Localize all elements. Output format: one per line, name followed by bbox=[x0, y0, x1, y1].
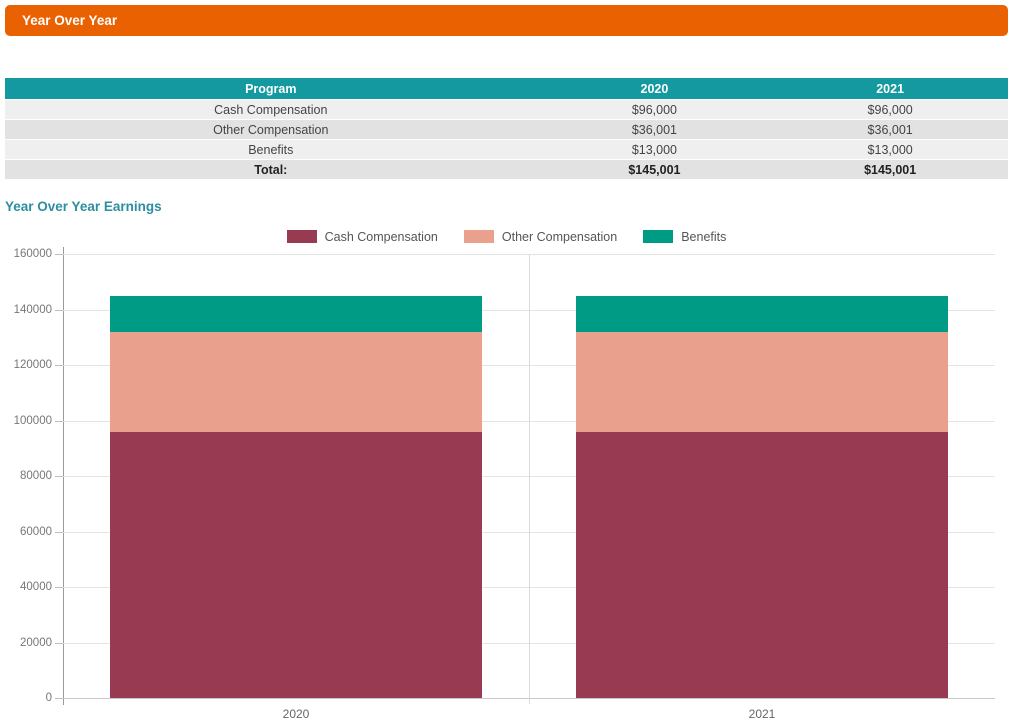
table-header-row: Program 2020 2021 bbox=[5, 78, 1008, 99]
legend-label: Cash Compensation bbox=[324, 229, 438, 244]
bar-segment-benefits bbox=[575, 295, 949, 332]
legend-item: Cash Compensation bbox=[286, 229, 438, 244]
row-label: Cash Compensation bbox=[5, 100, 537, 119]
x-axis-category-label: 2021 bbox=[748, 707, 776, 721]
row-label: Total: bbox=[5, 160, 537, 179]
row-value: $36,001 bbox=[772, 120, 1008, 139]
stacked-bar bbox=[109, 295, 483, 698]
compensation-table: Program 2020 2021 Cash Compensation $96,000… bbox=[5, 77, 1008, 180]
bar-segment-other-compensation bbox=[575, 331, 949, 432]
bar-segment-cash-compensation bbox=[109, 431, 483, 698]
row-value: $96,000 bbox=[772, 100, 1008, 119]
table-body: Cash Compensation $96,000 $96,000 Other Com… bbox=[5, 100, 1008, 179]
y-axis-tick bbox=[55, 476, 63, 477]
y-axis-tick-label: 20000 bbox=[20, 636, 52, 649]
y-axis-tick-label: 80000 bbox=[20, 470, 52, 482]
legend-label: Benefits bbox=[681, 229, 727, 244]
y-axis-tick bbox=[55, 531, 63, 533]
y-axis-tick-label: 60000 bbox=[20, 525, 52, 538]
y-axis-tick bbox=[55, 587, 63, 588]
row-value: $13,000 bbox=[772, 140, 1008, 159]
column-header-program: Program bbox=[5, 78, 537, 99]
legend-item: Benefits bbox=[643, 230, 726, 244]
table-row: Cash Compensation $96,000 $96,000 bbox=[5, 100, 1008, 119]
y-axis-tick bbox=[55, 254, 63, 255]
y-axis-tick-label: 0 bbox=[45, 692, 52, 704]
x-axis-category-label: 2020 bbox=[282, 707, 310, 721]
y-axis-tick-label: 120000 bbox=[13, 359, 52, 371]
table-row: Other Compensation $36,001 $36,001 bbox=[5, 120, 1008, 139]
chart-title: Year Over Year Earnings bbox=[5, 199, 162, 214]
legend-label: Other Compensation bbox=[501, 229, 618, 244]
legend-item: Other Compensation bbox=[463, 229, 618, 244]
table-row: Benefits $13,000 $13,000 bbox=[5, 140, 1008, 159]
y-axis-tick bbox=[55, 420, 63, 422]
stacked-bar bbox=[575, 295, 949, 698]
row-value: $145,001 bbox=[772, 160, 1008, 179]
row-label: Other Compensation bbox=[5, 120, 537, 139]
y-axis-tick bbox=[55, 698, 63, 699]
row-value: $96,000 bbox=[536, 100, 773, 119]
section-header-bar: Year Over Year bbox=[5, 5, 1008, 36]
row-value: $145,001 bbox=[536, 160, 773, 179]
y-axis-tick-label: 100000 bbox=[13, 414, 52, 427]
row-value: $36,001 bbox=[536, 120, 773, 139]
y-axis-tick bbox=[55, 365, 63, 366]
y-axis-tick-label: 160000 bbox=[13, 248, 52, 260]
row-value: $13,000 bbox=[536, 140, 773, 159]
y-axis-tick bbox=[55, 309, 63, 311]
row-label: Benefits bbox=[5, 140, 537, 159]
report-page: Year Over Year Program 2020 2021 Cash Comp… bbox=[0, 5, 1013, 725]
column-header-2020: 2020 bbox=[536, 78, 773, 99]
legend-swatch bbox=[286, 230, 317, 243]
legend-swatch bbox=[643, 230, 674, 243]
chart-legend: Cash Compensation Other Compensation Benef… bbox=[0, 229, 1013, 244]
y-axis-tick-label: 40000 bbox=[20, 581, 52, 593]
category-separator bbox=[529, 254, 530, 704]
stacked-bar-chart: 2020 2021 0 20000 40000 60000 80000 100000 1200… bbox=[0, 247, 1013, 725]
section-header-title: Year Over Year bbox=[22, 13, 118, 28]
y-axis-tick-label: 140000 bbox=[13, 303, 52, 316]
y-axis-tick bbox=[55, 642, 63, 644]
bar-segment-cash-compensation bbox=[575, 431, 949, 698]
table-total-row: Total: $145,001 $145,001 bbox=[5, 160, 1008, 179]
bar-segment-benefits bbox=[109, 295, 483, 332]
legend-swatch bbox=[463, 230, 494, 243]
plot-area: 2020 2021 bbox=[63, 254, 995, 721]
bar-segment-other-compensation bbox=[109, 331, 483, 432]
column-header-2021: 2021 bbox=[772, 78, 1008, 99]
